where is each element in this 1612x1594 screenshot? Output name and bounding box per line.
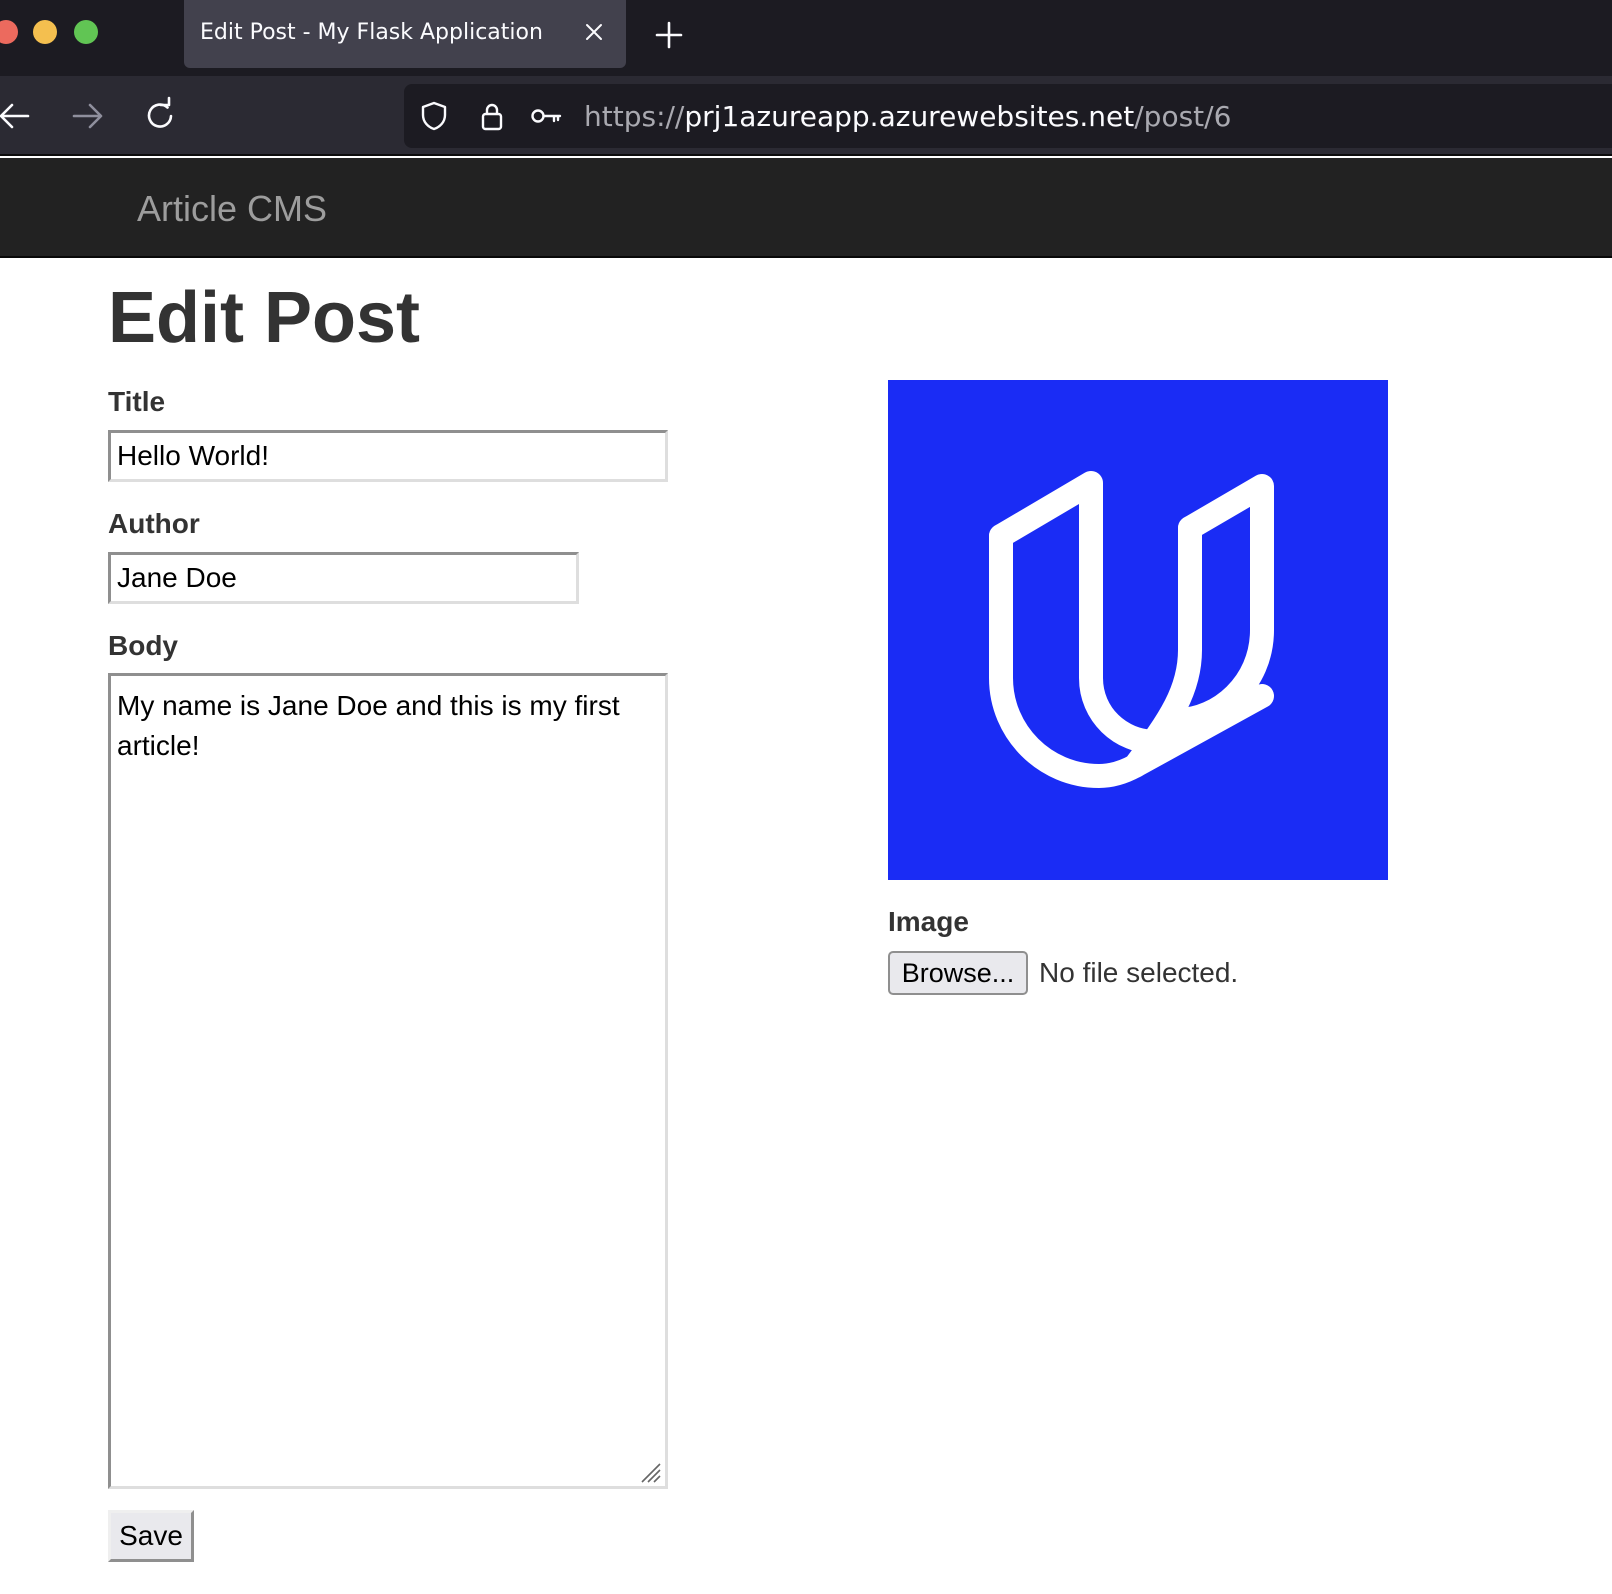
browser-tab-bar: Edit Post - My Flask Application [0,0,1612,76]
shield-icon[interactable] [418,100,450,132]
browse-file-button[interactable]: Browse... [888,951,1028,995]
close-window-button[interactable] [0,20,18,44]
lock-icon[interactable] [476,100,508,132]
minimize-window-button[interactable] [33,20,57,44]
title-input[interactable] [108,430,668,482]
url-host: prj1azureapp.azurewebsites.net [684,100,1135,133]
browser-toolbar: https://prj1azureapp.azurewebsites.net/p… [0,76,1612,156]
site-navbar: Article CMS [0,158,1612,258]
body-label: Body [108,630,178,661]
tab-title: Edit Post - My Flask Application [200,20,543,45]
url-text[interactable]: https://prj1azureapp.azurewebsites.net/p… [584,100,1231,133]
body-textarea[interactable]: My name is Jane Doe and this is my first… [108,673,668,1489]
zoom-window-button[interactable] [74,20,98,44]
url-path: /post/6 [1134,100,1232,133]
resize-grip-icon[interactable] [636,1458,662,1484]
back-arrow-icon[interactable] [0,96,36,136]
close-tab-icon[interactable] [580,18,608,46]
reload-icon[interactable] [140,96,180,136]
forward-arrow-icon[interactable] [68,96,108,136]
url-scheme: https:// [584,100,685,133]
browser-tab-active[interactable]: Edit Post - My Flask Application [184,0,626,68]
udacity-logo-icon [989,471,1274,788]
key-icon[interactable] [530,100,562,132]
image-label: Image [888,906,969,937]
page-title: Edit Post [108,278,421,358]
author-input[interactable] [108,552,579,604]
title-label: Title [108,386,166,417]
save-button[interactable]: Save [108,1510,194,1562]
file-status-text: No file selected. [1039,957,1239,988]
author-label: Author [108,508,200,539]
address-bar[interactable]: https://prj1azureapp.azurewebsites.net/p… [404,84,1612,148]
new-tab-icon[interactable] [652,18,686,52]
post-image [888,380,1388,880]
site-brand-link[interactable]: Article CMS [137,188,327,230]
